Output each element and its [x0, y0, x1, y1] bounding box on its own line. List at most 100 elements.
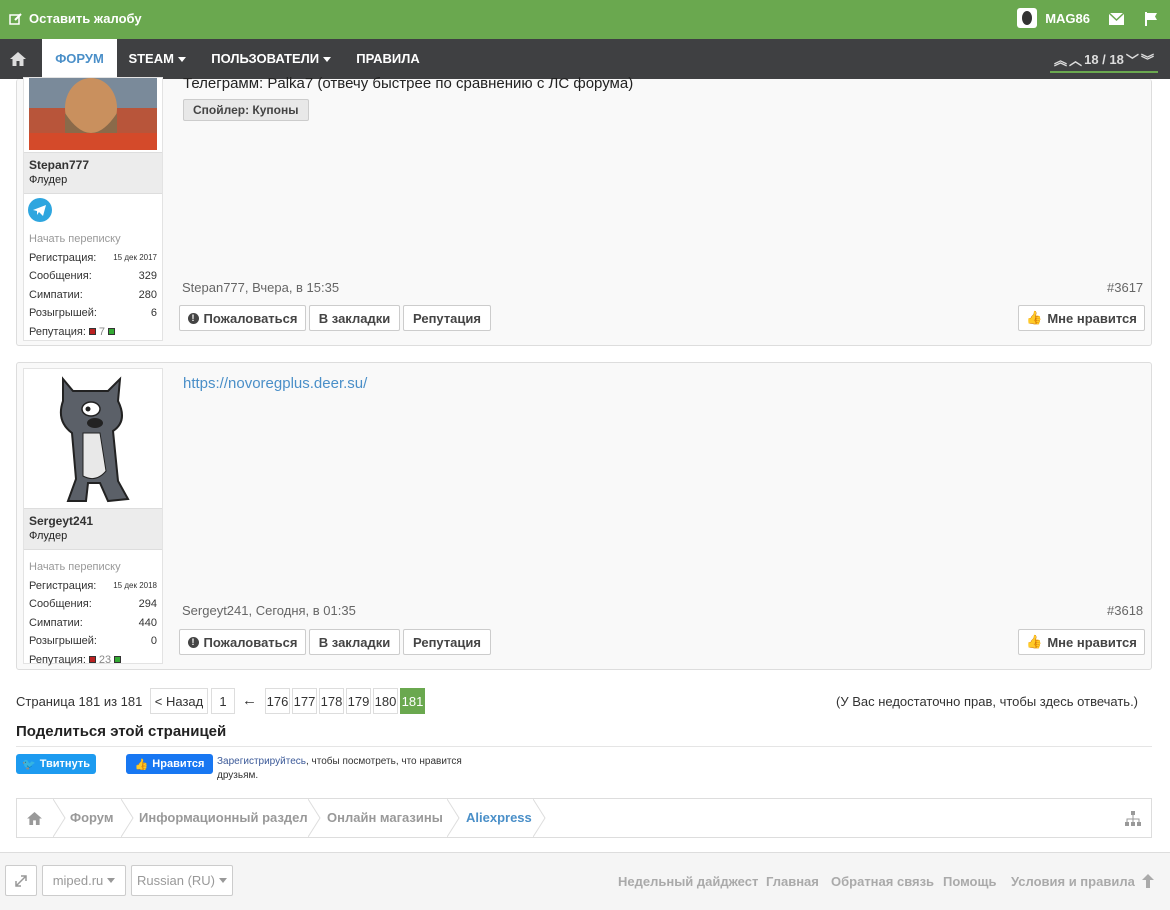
likes-value: 440: [138, 616, 157, 629]
edit-icon: [9, 12, 22, 25]
msgs-value: 294: [138, 598, 157, 611]
chevron-down-icon: [107, 878, 116, 883]
style-chooser[interactable]: miped.ru: [42, 865, 126, 896]
user-menu[interactable]: MAG86: [1017, 8, 1090, 28]
like-button[interactable]: 👍 Мне нравится: [1018, 629, 1145, 655]
footer-link-home[interactable]: Главная: [766, 874, 819, 889]
likes-label: Симпатии:: [29, 616, 83, 629]
start-conversation-link[interactable]: Начать переписку: [29, 230, 157, 249]
reputation-button[interactable]: Репутация: [403, 629, 491, 655]
like-label: Мне нравится: [1047, 310, 1137, 326]
user-avatar[interactable]: [29, 78, 157, 150]
post-3617: Stepan777 Флудер Начать переписку Регист…: [16, 75, 1152, 346]
down-icon[interactable]: ﹀: [1126, 50, 1139, 69]
post-text: Телеграмм: Palka7 (отвечу быстрее по сра…: [183, 75, 634, 92]
giveaways-value: 0: [150, 635, 157, 648]
breadcrumb-current[interactable]: Aliexpress: [466, 799, 532, 837]
user-rank: Флудер: [29, 174, 68, 186]
page-177[interactable]: 177: [292, 688, 317, 714]
register-text2: друзьям.: [217, 770, 259, 781]
main-nav: ФОРУМ STEAM ПОЛЬЗОВАТЕЛИ ПРАВИЛА ︽ ︿ 18 …: [0, 39, 1170, 79]
up-icon[interactable]: ︿: [1069, 50, 1082, 69]
reputation-button[interactable]: Репутация: [403, 305, 491, 331]
tweet-button[interactable]: 🐦 Твитнуть: [16, 754, 96, 774]
post-meta[interactable]: Sergeyt241, Сегодня, в 01:35: [182, 603, 356, 618]
page-180[interactable]: 180: [373, 688, 398, 714]
reg-value: 15 дек 2018: [113, 581, 157, 591]
start-conversation-link[interactable]: Начать переписку: [29, 558, 157, 577]
page-178[interactable]: 178: [319, 688, 344, 714]
register-link[interactable]: Зарегистрируйтесь: [217, 756, 306, 767]
thumbs-up-icon: 👍: [1026, 310, 1043, 325]
post-meta[interactable]: Stepan777, Вчера, в 15:35: [182, 280, 339, 295]
chevron-down-icon: [322, 57, 331, 63]
flag-icon[interactable]: [1144, 12, 1158, 26]
likes-value: 280: [138, 288, 157, 301]
twitter-icon: 🐦: [22, 758, 36, 771]
double-down-icon[interactable]: ︾: [1141, 50, 1154, 69]
footer-link-digest[interactable]: Недельный дайджест: [618, 874, 758, 889]
thumbs-up-icon: 👍: [1026, 634, 1043, 649]
tweet-label: Твитнуть: [39, 758, 90, 770]
site-label: miped.ru: [52, 873, 104, 888]
footer-link-help[interactable]: Помощь: [943, 874, 996, 889]
complain-link[interactable]: Оставить жалобу: [9, 11, 142, 26]
reg-label: Регистрация:: [29, 251, 97, 264]
fb-like-button[interactable]: 👍 Нравится: [126, 754, 213, 774]
tab-steam-label: STEAM: [128, 51, 174, 66]
prev-page-button[interactable]: < Назад: [150, 688, 208, 714]
page-176[interactable]: 176: [265, 688, 290, 714]
skip-arrow[interactable]: ←: [242, 692, 257, 709]
rep-minus-icon[interactable]: [88, 328, 96, 336]
user-avatar[interactable]: [28, 371, 160, 507]
breadcrumb-forum[interactable]: Форум: [70, 799, 113, 837]
sitemap-icon[interactable]: [1125, 811, 1141, 826]
page-181-current[interactable]: 181: [400, 688, 425, 714]
double-up-icon[interactable]: ︽: [1054, 50, 1067, 69]
language-chooser[interactable]: Russian (RU): [131, 865, 233, 896]
like-button[interactable]: 👍 Мне нравится: [1018, 305, 1145, 331]
home-icon[interactable]: [10, 52, 26, 66]
register-text: , чтобы посмотреть, что нравится: [305, 756, 462, 767]
report-button[interactable]: ! Пожаловаться: [179, 305, 306, 331]
page-jumper[interactable]: ︽ ︿ 18 / 18 ﹀ ︾: [1050, 47, 1158, 73]
rep-minus-icon[interactable]: [88, 656, 96, 664]
report-button[interactable]: ! Пожаловаться: [179, 629, 306, 655]
post-link[interactable]: https://novoregplus.deer.su/: [183, 375, 367, 392]
breadcrumb-online-shops[interactable]: Онлайн магазины: [327, 799, 443, 837]
reg-value: 15 дек 2017: [113, 253, 157, 263]
bookmark-button[interactable]: В закладки: [309, 629, 400, 655]
tab-steam[interactable]: STEAM: [122, 39, 192, 79]
page-179[interactable]: 179: [346, 688, 371, 714]
telegram-icon[interactable]: [28, 198, 52, 222]
tab-users[interactable]: ПОЛЬЗОВАТЕЛИ: [204, 39, 338, 79]
chevron-down-icon: [219, 878, 227, 883]
envelope-icon[interactable]: [1109, 13, 1124, 25]
post-3618: Sergeyt241 Флудер Начать переписку Регис…: [16, 362, 1152, 670]
username-label: MAG86: [1045, 10, 1090, 26]
post-number[interactable]: #3617: [1107, 280, 1143, 295]
breadcrumb-info-section[interactable]: Информационный раздел: [139, 799, 308, 837]
username[interactable]: Sergeyt241: [29, 514, 157, 528]
arrow-up-icon[interactable]: [1142, 874, 1154, 888]
page-1[interactable]: 1: [211, 688, 235, 714]
footer-link-terms[interactable]: Условия и правила: [1011, 874, 1135, 889]
breadcrumb: Форум Информационный раздел Онлайн магаз…: [16, 798, 1152, 838]
tab-forum[interactable]: ФОРУМ: [42, 39, 117, 79]
spoiler-button[interactable]: Спойлер: Купоны: [183, 99, 309, 121]
tab-rules[interactable]: ПРАВИЛА: [348, 39, 428, 79]
fullscreen-toggle[interactable]: [5, 865, 37, 896]
msgs-label: Сообщения:: [29, 270, 92, 283]
home-icon[interactable]: [27, 812, 42, 825]
breadcrumb-separator: [533, 799, 546, 837]
username[interactable]: Stepan777: [29, 158, 157, 172]
rep-plus-icon[interactable]: [114, 656, 122, 664]
tab-users-label: ПОЛЬЗОВАТЕЛИ: [211, 51, 320, 66]
report-label: Пожаловаться: [203, 310, 298, 326]
rep-plus-icon[interactable]: [108, 328, 116, 336]
bookmark-button[interactable]: В закладки: [309, 305, 400, 331]
post-number[interactable]: #3618: [1107, 603, 1143, 618]
share-title: Поделиться этой страницей: [16, 723, 227, 740]
footer-link-feedback[interactable]: Обратная связь: [831, 874, 934, 889]
rep-label: Репутация:: [29, 325, 86, 338]
